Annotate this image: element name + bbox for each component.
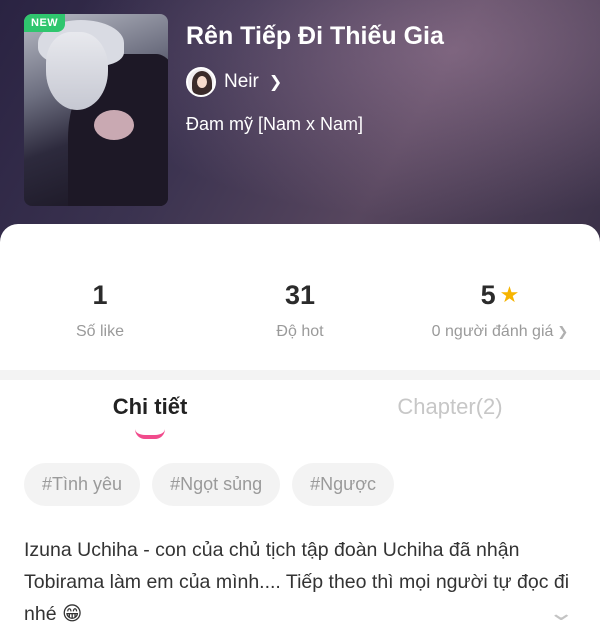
- story-title: Rên Tiếp Đi Thiếu Gia: [186, 22, 444, 50]
- avatar: [186, 67, 216, 97]
- hot-count: 31: [284, 280, 316, 310]
- chevron-right-icon: ❯: [557, 324, 569, 339]
- tab-chapters[interactable]: Chapter(2): [300, 394, 600, 420]
- chevron-right-icon: ❯: [268, 74, 283, 91]
- cover-image[interactable]: [24, 14, 168, 206]
- stat-hot: 31 Độ hot: [200, 280, 400, 341]
- stat-rating[interactable]: 5 ★ 0 người đánh giá ❯: [400, 280, 600, 341]
- stat-likes: 1 Số like: [0, 280, 200, 341]
- tag-item[interactable]: #Ngược: [292, 463, 395, 506]
- story-description: Izuna Uchiha - con của chủ tịch tập đoàn…: [24, 539, 570, 625]
- tag-item[interactable]: #Ngọt sủng: [152, 463, 281, 506]
- tab-details[interactable]: Chi tiết: [0, 394, 300, 420]
- active-tab-indicator: [135, 429, 165, 439]
- rating-value: 5: [480, 280, 496, 310]
- tab-bar: Chi tiết Chapter(2): [0, 394, 600, 420]
- chevron-down-icon[interactable]: ⌄: [547, 600, 575, 626]
- header-banner: NEW Rên Tiếp Đi Thiếu Gia Neir ❯ Đam mỹ …: [0, 0, 600, 250]
- author-link[interactable]: Neir ❯: [186, 67, 282, 97]
- stats-row: 1 Số like 31 Độ hot 5 ★ 0 người đánh giá ❯: [0, 280, 600, 341]
- hot-label: Độ hot: [276, 323, 324, 340]
- detail-panel: 1 Số like 31 Độ hot 5 ★ 0 người đánh giá ❯…: [0, 224, 600, 643]
- likes-label: Số like: [75, 323, 125, 340]
- section-divider: [0, 370, 600, 380]
- tag-item[interactable]: #Tình yêu: [24, 463, 141, 506]
- tag-list: #Tình yêu #Ngọt sủng #Ngược: [24, 463, 406, 506]
- genre-label: Đam mỹ [Nam x Nam]: [186, 114, 364, 134]
- author-name: Neir: [224, 71, 259, 92]
- star-icon: ★: [499, 282, 520, 307]
- new-badge: NEW: [24, 14, 66, 32]
- likes-count: 1: [92, 280, 108, 310]
- rating-count-label: 0 người đánh giá: [431, 323, 554, 340]
